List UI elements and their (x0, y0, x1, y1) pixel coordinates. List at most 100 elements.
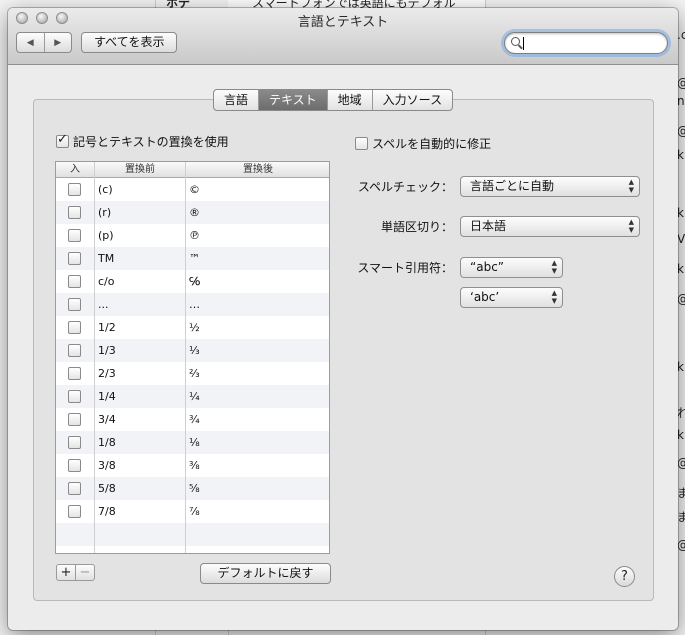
with-cell[interactable]: ℅ (189, 270, 200, 293)
row-enabled-checkbox[interactable] (68, 229, 81, 242)
with-cell[interactable]: ½ (189, 316, 200, 339)
row-enabled-checkbox[interactable] (68, 298, 81, 311)
add-button[interactable]: + (56, 564, 76, 581)
table-row[interactable]: 3/4 ¾ (56, 408, 329, 431)
tab-input-sources[interactable]: 入力ソース (371, 90, 452, 110)
table-row[interactable]: 1/4 ¼ (56, 385, 329, 408)
spellcheck-value: 言語ごとに自動 (470, 179, 555, 193)
table-row[interactable]: c/o ℅ (56, 270, 329, 293)
back-icon[interactable]: ◀ (17, 33, 44, 52)
row-enabled-checkbox[interactable] (68, 183, 81, 196)
table-row[interactable]: 1/3 ⅓ (56, 339, 329, 362)
search-input[interactable] (523, 35, 661, 51)
bg-text: nl (677, 94, 685, 108)
with-cell[interactable]: ¼ (189, 385, 200, 408)
with-cell[interactable]: ⅛ (189, 431, 200, 454)
with-cell[interactable]: … (189, 293, 200, 316)
replace-cell[interactable]: 3/4 (98, 408, 116, 431)
spellcheck-label: スペルチェック： (357, 180, 453, 194)
with-cell[interactable]: ® (189, 201, 200, 224)
replace-cell[interactable]: (r) (98, 201, 111, 224)
bg-text: V (677, 232, 685, 246)
back-forward-control: ◀ ▶ (16, 32, 72, 53)
replace-cell[interactable]: TM (98, 247, 114, 270)
table-row[interactable]: 1/2 ½ (56, 316, 329, 339)
row-enabled-checkbox[interactable] (68, 482, 81, 495)
replace-cell[interactable]: 2/3 (98, 362, 116, 385)
column-header-on[interactable]: 入 (56, 162, 94, 177)
table-row[interactable]: (p) ℗ (56, 224, 329, 247)
bg-text: ま (677, 486, 685, 500)
use-replacement-checkbox[interactable] (56, 132, 69, 148)
text-caret (523, 37, 524, 50)
tab-bar: 言語 テキスト 地域 入力ソース (213, 89, 454, 111)
row-enabled-checkbox[interactable] (68, 505, 81, 518)
row-enabled-checkbox[interactable] (68, 321, 81, 334)
table-row (56, 546, 329, 553)
word-break-value: 日本語 (470, 219, 507, 233)
with-cell[interactable]: ™ (189, 247, 200, 270)
help-button[interactable]: ? (614, 566, 635, 587)
table-row[interactable]: 7/8 ⅞ (56, 500, 329, 523)
table-row[interactable]: (r) ® (56, 201, 329, 224)
replace-cell[interactable]: 5/8 (98, 477, 116, 500)
table-row[interactable]: (c) © (56, 178, 329, 201)
with-cell[interactable]: ⅔ (189, 362, 200, 385)
table-row[interactable]: TM ™ (56, 247, 329, 270)
row-enabled-checkbox[interactable] (68, 390, 81, 403)
table-row[interactable]: 2/3 ⅔ (56, 362, 329, 385)
replace-cell[interactable]: 1/3 (98, 339, 116, 362)
row-enabled-checkbox[interactable] (68, 275, 81, 288)
spellcheck-popup[interactable]: 言語ごとに自動 ▲ ▼ (460, 176, 640, 197)
double-quote-popup[interactable]: “abc” ▲ ▼ (460, 257, 563, 278)
replace-cell[interactable]: (p) (98, 224, 114, 247)
restore-defaults-button[interactable]: デフォルトに戻す (200, 563, 331, 584)
with-cell[interactable]: ⅜ (189, 454, 200, 477)
forward-icon[interactable]: ▶ (43, 33, 72, 52)
table-row (56, 523, 329, 546)
popup-arrows-icon: ▲ ▼ (551, 289, 557, 305)
column-divider (185, 162, 186, 553)
replace-cell[interactable]: ... (98, 293, 109, 316)
table-row[interactable]: ... … (56, 293, 329, 316)
table-row[interactable]: 3/8 ⅜ (56, 454, 329, 477)
tab-language[interactable]: 言語 (214, 90, 258, 110)
replace-cell[interactable]: 1/4 (98, 385, 116, 408)
table-row[interactable]: 1/8 ⅛ (56, 431, 329, 454)
table-row[interactable]: 5/8 ⅝ (56, 477, 329, 500)
with-cell[interactable]: © (189, 178, 200, 201)
replace-cell[interactable]: 7/8 (98, 500, 116, 523)
autocorrect-checkbox[interactable] (355, 137, 368, 150)
single-quote-popup[interactable]: ‘abc’ ▲ ▼ (460, 287, 563, 308)
row-enabled-checkbox[interactable] (68, 367, 81, 380)
tab-region[interactable]: 地域 (326, 90, 372, 110)
word-break-popup[interactable]: 日本語 ▲ ▼ (460, 216, 640, 237)
bg-text: れ (677, 406, 685, 420)
row-enabled-checkbox[interactable] (68, 413, 81, 426)
row-enabled-checkbox[interactable] (68, 252, 81, 265)
replace-cell[interactable]: (c) (98, 178, 113, 201)
with-cell[interactable]: ⅓ (189, 339, 200, 362)
with-cell[interactable]: ⅝ (189, 477, 200, 500)
with-cell[interactable]: ℗ (189, 224, 200, 247)
row-enabled-checkbox[interactable] (68, 436, 81, 449)
bg-text: @ (677, 124, 685, 138)
search-field[interactable] (504, 32, 668, 54)
tab-text[interactable]: テキスト (258, 90, 327, 110)
column-header-with[interactable]: 置換後 (186, 162, 329, 177)
row-enabled-checkbox[interactable] (68, 344, 81, 357)
use-replacement-label: 記号とテキストの置換を使用 (73, 135, 229, 149)
with-cell[interactable]: ⅞ (189, 500, 200, 523)
with-cell[interactable]: ¾ (189, 408, 200, 431)
replace-cell[interactable]: 1/8 (98, 431, 116, 454)
remove-button[interactable]: − (75, 564, 95, 581)
replace-cell[interactable]: 1/2 (98, 316, 116, 339)
replace-cell[interactable]: c/o (98, 270, 114, 293)
single-quote-value: ‘abc’ (470, 290, 500, 304)
row-enabled-checkbox[interactable] (68, 459, 81, 472)
row-enabled-checkbox[interactable] (68, 206, 81, 219)
window-title: 言語とテキスト (297, 15, 389, 30)
column-header-replace[interactable]: 置換前 (95, 162, 185, 177)
show-all-button[interactable]: すべてを表示 (81, 32, 178, 53)
replace-cell[interactable]: 3/8 (98, 454, 116, 477)
